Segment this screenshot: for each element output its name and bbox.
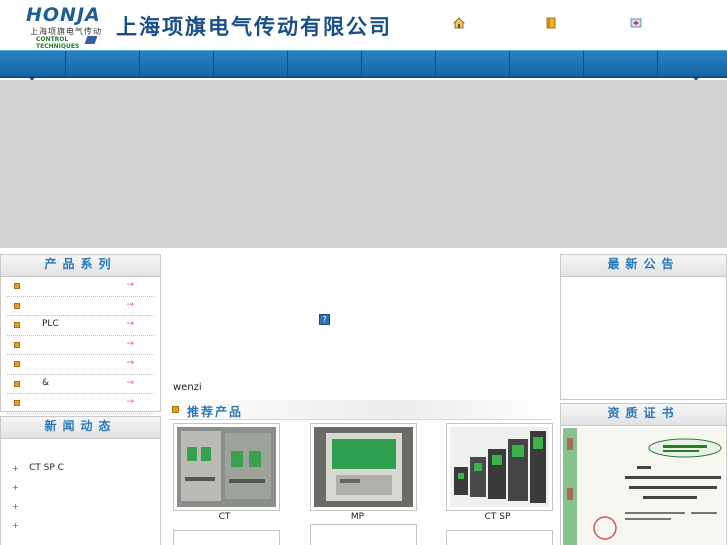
category-item[interactable]: → <box>7 297 154 316</box>
bullet-icon <box>14 400 20 406</box>
favorite-icon[interactable] <box>630 17 642 29</box>
category-item[interactable]: → <box>7 336 154 355</box>
arrow-right-icon: → <box>126 377 134 388</box>
nav-item-9[interactable] <box>584 51 658 77</box>
bullet-icon <box>172 406 179 413</box>
category-item[interactable]: PLC → <box>7 316 154 336</box>
category-label: PLC <box>42 319 59 329</box>
arrow-right-icon: → <box>126 358 134 368</box>
product-card-mp[interactable] <box>310 423 417 511</box>
bullet-icon: + <box>12 483 19 492</box>
logo-ct-text: CONTROL TECHNIQUES <box>36 36 80 50</box>
flash-placeholder-icon[interactable]: ? <box>319 314 330 325</box>
product-card-ctsp[interactable] <box>446 423 553 511</box>
announcements-title: 最新公告 <box>561 255 726 277</box>
news-item[interactable]: + <box>1 518 160 537</box>
product-series-title: 产品系列 <box>1 255 160 277</box>
bullet-icon <box>14 380 20 387</box>
company-name: 上海项旗电气传动有限公司 <box>116 15 392 39</box>
announcements-panel: 最新公告 <box>560 254 727 400</box>
product-series-panel: 产品系列 → → PLC → → → & → → <box>0 254 161 414</box>
logo-text: HONJA <box>26 4 101 26</box>
product-card-ct[interactable] <box>173 423 280 511</box>
nav-item-2[interactable] <box>66 51 140 77</box>
product-caption[interactable]: MP <box>304 512 411 522</box>
nav-item-3[interactable] <box>140 51 214 77</box>
wenzi-text: wenzi <box>173 382 202 393</box>
bullet-icon: + <box>12 464 19 473</box>
bullet-icon <box>14 302 20 309</box>
bullet-icon: + <box>12 502 19 511</box>
home-icon[interactable] <box>453 17 465 29</box>
company-logo[interactable]: HONJA 上海项旗电气传动 CONTROL TECHNIQUES <box>26 4 108 50</box>
category-item[interactable]: → <box>7 394 154 414</box>
nav-item-8[interactable] <box>510 51 584 77</box>
news-list: + CT SP C + + + <box>1 439 160 537</box>
news-item[interactable]: + CT SP C <box>1 461 160 480</box>
product-image <box>450 427 549 507</box>
product-caption[interactable]: CT <box>171 512 278 522</box>
bookmark-icon[interactable] <box>545 17 557 29</box>
product-image <box>177 427 276 507</box>
certificate-graphic <box>563 428 725 545</box>
nav-item-1[interactable] <box>0 51 66 77</box>
category-item[interactable]: → <box>7 277 154 297</box>
header: HONJA 上海项旗电气传动 CONTROL TECHNIQUES 上海项旗电气… <box>0 0 727 50</box>
bullet-icon <box>14 283 20 289</box>
product-card[interactable] <box>173 530 280 545</box>
nav-item-6[interactable] <box>362 51 436 77</box>
nav-item-5[interactable] <box>288 51 362 77</box>
product-series-list: → → PLC → → → & → → <box>1 277 160 414</box>
news-panel: 新闻动态 + CT SP C + + + <box>0 416 161 545</box>
product-image <box>314 427 413 507</box>
bullet-icon: + <box>12 521 19 530</box>
certificate-image[interactable] <box>563 428 725 545</box>
arrow-right-icon: → <box>126 397 134 407</box>
recommended-header: 推荐产品 <box>169 400 551 420</box>
category-item[interactable]: → <box>7 355 154 375</box>
main-nav <box>0 50 727 78</box>
product-card[interactable] <box>446 530 553 545</box>
nav-item-7[interactable] <box>436 51 510 77</box>
arrow-right-icon: → <box>126 338 134 349</box>
news-item[interactable]: + <box>1 499 160 518</box>
product-caption[interactable]: CT SP <box>444 512 551 522</box>
news-item[interactable]: + <box>1 480 160 499</box>
arrow-right-icon: → <box>126 299 134 310</box>
bullet-icon <box>14 361 20 367</box>
news-title: 新闻动态 <box>1 417 160 439</box>
bullet-icon <box>14 341 20 348</box>
product-card[interactable] <box>310 524 417 545</box>
bullet-icon <box>14 322 20 328</box>
nav-item-4[interactable] <box>214 51 288 77</box>
arrow-right-icon: → <box>126 280 134 290</box>
arrow-right-icon: → <box>126 319 134 329</box>
nav-item-10[interactable] <box>658 51 727 77</box>
category-item[interactable]: & → <box>7 375 154 394</box>
banner-area <box>0 80 727 248</box>
recommended-title: 推荐产品 <box>187 405 244 419</box>
news-label: CT SP C <box>29 463 64 473</box>
certificates-title: 资质证书 <box>561 404 726 426</box>
category-label: & <box>42 377 50 388</box>
